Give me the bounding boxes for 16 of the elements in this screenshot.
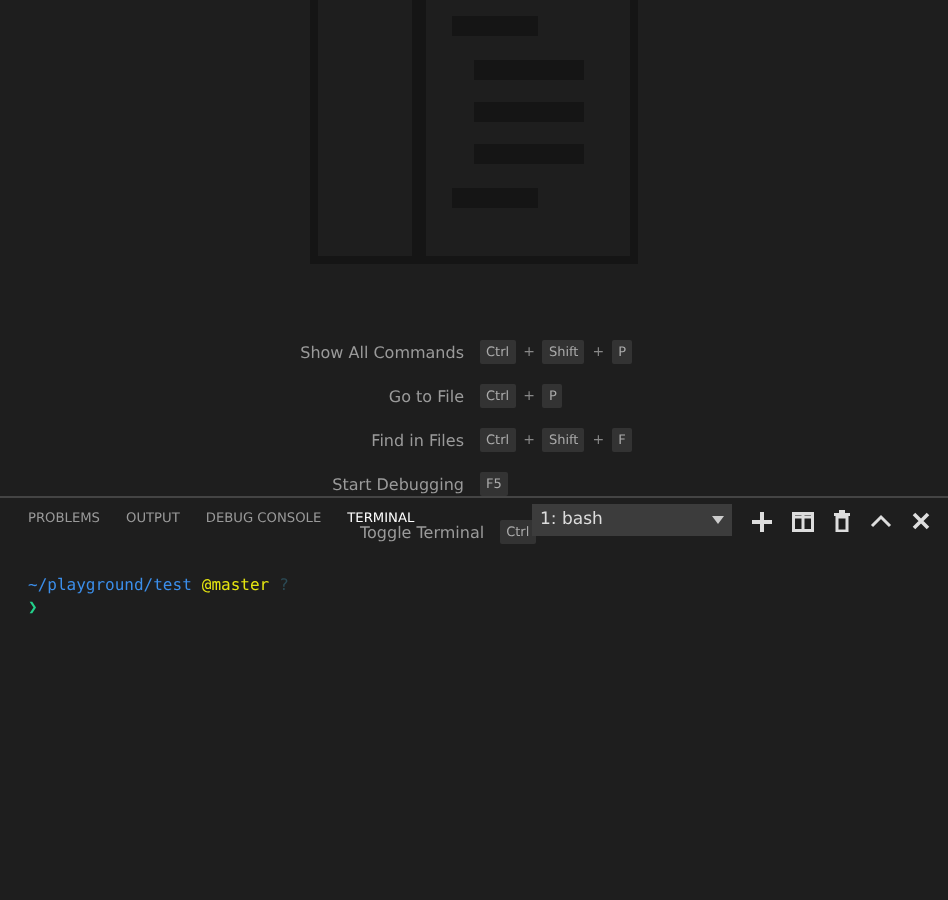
- plus-icon[interactable]: [752, 511, 772, 531]
- shortcut-label: Find in Files: [369, 431, 466, 449]
- trash-icon[interactable]: [834, 510, 850, 532]
- shortcut-label: Start Debugging: [330, 475, 466, 493]
- chevron-up-icon[interactable]: [870, 514, 892, 528]
- terminal-path: ~/playground/test: [28, 576, 192, 594]
- shortcut-label: Go to File: [386, 387, 466, 405]
- shortcut-label: Toggle Terminal: [360, 523, 485, 541]
- git-status: ?: [279, 576, 289, 594]
- shortcut-label: Show All Commands: [298, 343, 466, 361]
- prompt-symbol: ❯: [28, 598, 38, 616]
- split-icon[interactable]: [792, 511, 814, 531]
- caret-icon: [712, 516, 724, 524]
- git-branch: @master: [201, 576, 270, 594]
- close-icon[interactable]: [912, 512, 930, 530]
- terminal-dropdown[interactable]: 1: bash: [532, 504, 732, 536]
